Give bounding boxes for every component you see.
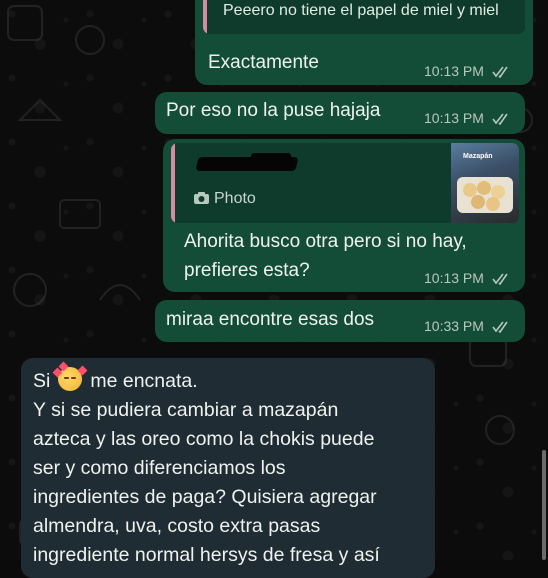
- incoming-line-4: ser y como diferenciamos los: [33, 457, 286, 479]
- read-ticks-icon: [492, 66, 508, 79]
- message-time: 10:33 PM: [424, 318, 484, 334]
- incoming-line-5: ingredientes de paga? Quisiera agregar: [33, 486, 377, 508]
- message-meta: 10:33 PM: [424, 318, 510, 334]
- message-text: Por eso no la puse hajaja: [166, 100, 381, 121]
- thumbnail-cookie: [486, 197, 500, 211]
- incoming-line-1: Si me encnata.: [33, 361, 433, 396]
- message-time: 10:13 PM: [424, 63, 484, 79]
- message-meta: 10:13 PM: [424, 270, 510, 286]
- quoted-message[interactable]: Peeero no tiene el papel de miel y miel: [203, 0, 525, 34]
- message-bubble-ahorita[interactable]: Photo Mazapán Ahorita busco otra pero si…: [163, 139, 525, 292]
- incoming-text-me-encnata: me encnata.: [90, 370, 198, 392]
- thumbnail-label: Mazapán: [463, 153, 493, 160]
- message-text: miraa encontre esas dos: [166, 309, 375, 330]
- message-bubble-miraa[interactable]: miraa encontre esas dos 10:33 PM: [155, 300, 525, 342]
- read-ticks-icon: [492, 113, 508, 126]
- quoted-photo[interactable]: Photo Mazapán: [171, 143, 519, 223]
- message-time: 10:13 PM: [424, 110, 484, 126]
- message-text-line: Ahorita busco otra pero si no hay,: [184, 231, 467, 252]
- message-bubble-exactamente[interactable]: Peeero no tiene el papel de miel y miel …: [195, 0, 533, 85]
- redacted-sender-scribble-2: [251, 153, 291, 161]
- quote-accent-bar: [171, 143, 175, 223]
- incoming-message-body: Si me encnata. Y si se pudiera cambiar a …: [33, 361, 433, 570]
- message-meta: 10:13 PM: [424, 63, 510, 79]
- quoted-photo-label: Photo: [214, 190, 256, 207]
- quoted-photo-thumbnail[interactable]: Mazapán: [451, 143, 519, 223]
- read-ticks-icon: [492, 273, 508, 286]
- camera-icon: [194, 192, 209, 204]
- incoming-line-3: azteca y las oreo como la chokis puede: [33, 428, 375, 450]
- incoming-line-6: almendra, uva, costo extra pasas: [33, 515, 321, 537]
- quote-accent-bar: [203, 0, 207, 34]
- read-ticks-icon: [492, 321, 508, 334]
- message-meta: 10:13 PM: [424, 110, 510, 126]
- message-text: Exactamente: [208, 52, 319, 73]
- incoming-line-2: Y si se pudiera cambiar a mazapán: [33, 399, 339, 421]
- quoted-text: Peeero no tiene el papel de miel y miel: [223, 2, 499, 19]
- thumbnail-cookie: [477, 181, 491, 195]
- incoming-text-si: Si: [33, 370, 51, 392]
- message-time: 10:13 PM: [424, 270, 484, 286]
- message-text-line: prefieres esta?: [184, 260, 310, 281]
- smiling-face-with-hearts-icon: [52, 361, 88, 391]
- incoming-line-7: ingrediente normal hersys de fresa y así: [33, 544, 380, 566]
- thumbnail-cookie: [471, 195, 485, 209]
- message-bubble-por-eso[interactable]: Por eso no la puse hajaja 10:13 PM: [155, 92, 525, 134]
- scrollbar[interactable]: [542, 450, 546, 560]
